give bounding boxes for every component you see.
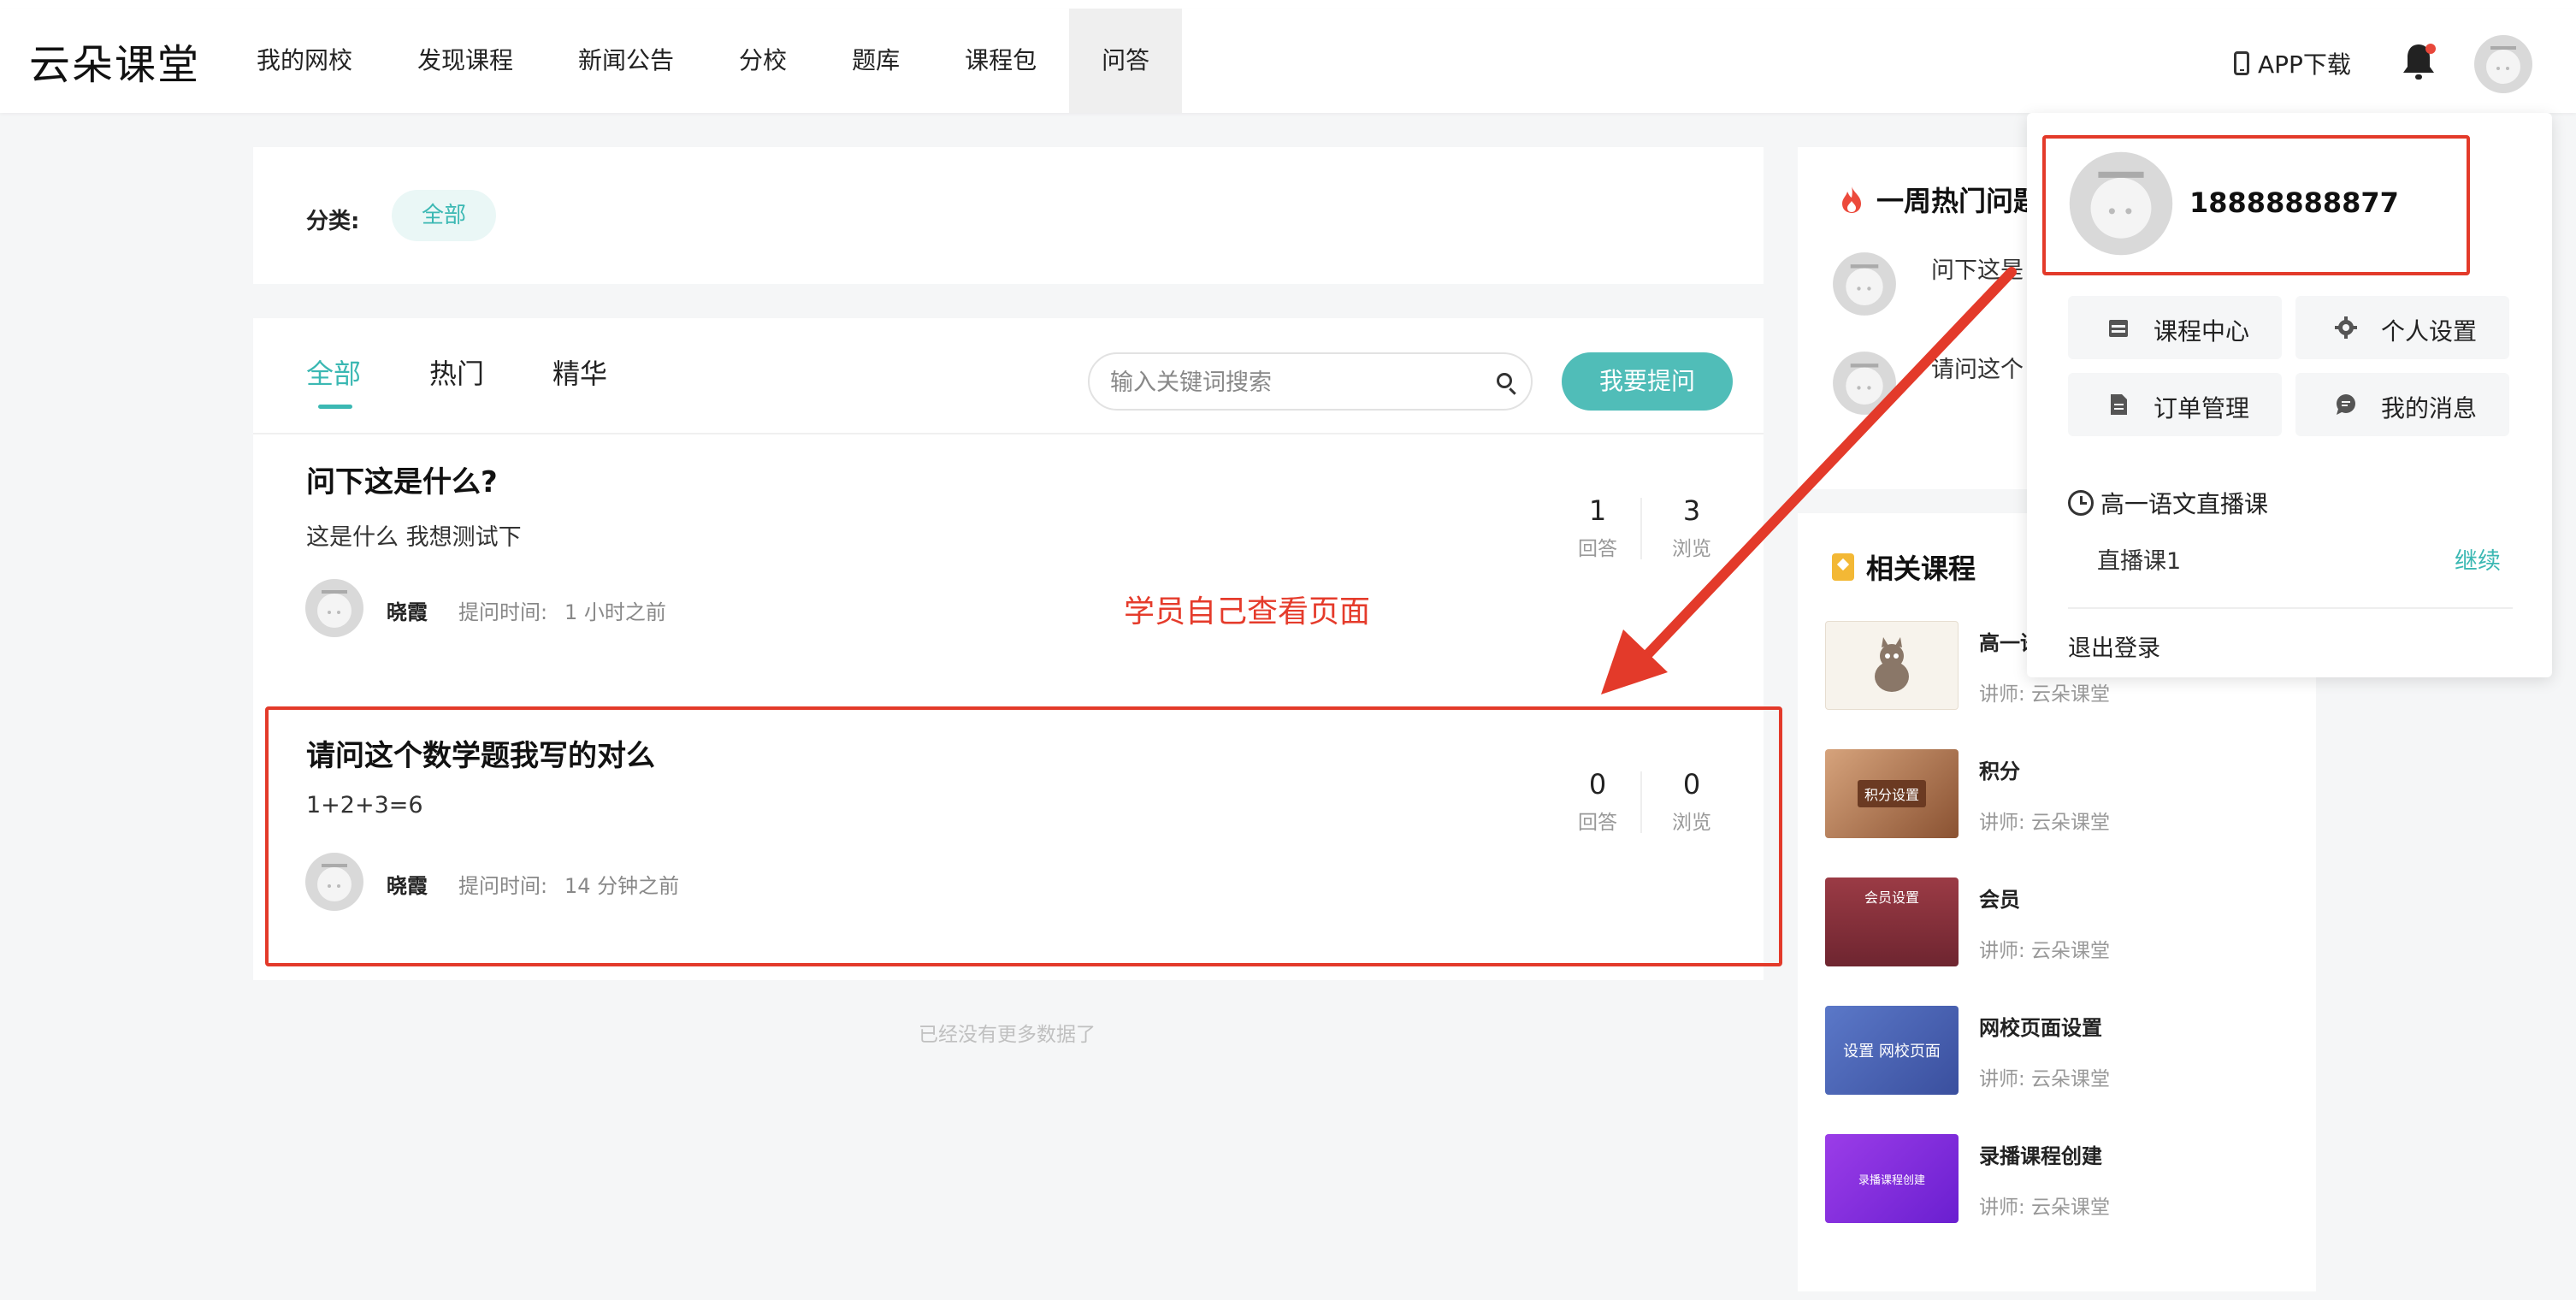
- nav-discover-courses[interactable]: 发现课程: [385, 9, 546, 113]
- view-count: 3 浏览: [1657, 494, 1726, 561]
- question-title[interactable]: 问下这是什么?: [306, 458, 498, 500]
- hot-questions-title: 一周热门问题: [1876, 185, 2041, 217]
- nav-branch[interactable]: 分校: [706, 9, 819, 113]
- question-tabs: 全部 热门 精华: [306, 352, 607, 409]
- bookmark-icon: [1832, 553, 1854, 581]
- ask-time: 1 小时之前: [564, 600, 666, 624]
- tabs-divider: [253, 433, 1764, 434]
- author-avatar: [1833, 352, 1896, 415]
- question-item[interactable]: 问下这是什么? 这是什么 我想测试下 晓霞 提问时间: 1 小时之前 1 回答 …: [253, 458, 1764, 715]
- author-name: 晓霞: [387, 600, 428, 624]
- thumbnail-caption: 设置 网校页面: [1843, 1043, 1941, 1061]
- answer-count: 1 回答: [1563, 494, 1632, 561]
- course-thumbnail[interactable]: 设置 网校页面: [1825, 1006, 1959, 1095]
- tab-all[interactable]: 全部: [306, 352, 361, 409]
- nav-course-package[interactable]: 课程包: [932, 9, 1069, 113]
- user-avatar[interactable]: [2473, 34, 2533, 94]
- tab-featured[interactable]: 精华: [552, 352, 607, 409]
- search-input[interactable]: [1108, 354, 1488, 411]
- app-download-link[interactable]: APP下载: [2234, 46, 2351, 80]
- phone-icon: [2234, 51, 2249, 75]
- category-label: 分类:: [306, 209, 360, 234]
- view-count-value: 3: [1682, 494, 1701, 527]
- recent-course-title: 高一语文直播课: [2100, 490, 2269, 518]
- course-item[interactable]: 积分设置 积分 讲师: 云朵课堂: [1825, 749, 2304, 838]
- nav-question-bank[interactable]: 题库: [819, 9, 932, 113]
- recent-course-section: 高一语文直播课: [2068, 486, 2268, 520]
- hot-questions-header: 一周热门问题: [1839, 180, 2041, 219]
- course-thumbnail[interactable]: 录播课程创建: [1825, 1134, 1959, 1223]
- course-item[interactable]: 设置 网校页面 网校页面设置 讲师: 云朵课堂: [1825, 1006, 2304, 1095]
- course-center-label: 课程中心: [2154, 317, 2250, 346]
- course-teacher: 讲师: 云朵课堂: [1979, 940, 2111, 962]
- course-teacher: 讲师: 云朵课堂: [1979, 683, 2111, 706]
- category-filter-card: 分类: 全部: [253, 147, 1764, 284]
- site-logo[interactable]: 云朵课堂: [29, 31, 200, 91]
- ask-time-label: 提问时间:: [458, 600, 548, 624]
- thumbnail-caption: 录播课程创建: [1858, 1173, 1925, 1187]
- answer-count-label: 回答: [1578, 538, 1617, 560]
- thumbnail-caption: 积分设置: [1857, 780, 1926, 807]
- course-item[interactable]: 录播课程创建 录播课程创建 讲师: 云朵课堂: [1825, 1134, 2304, 1223]
- author-avatar: [305, 579, 363, 637]
- question-body: 这是什么 我想测试下: [306, 524, 522, 551]
- related-courses-header: 相关课程: [1832, 547, 1976, 587]
- flame-icon: [1842, 186, 1861, 213]
- course-item[interactable]: 会员设置 会员 讲师: 云朵课堂: [1825, 878, 2304, 966]
- course-teacher: 讲师: 云朵课堂: [1979, 1068, 2111, 1090]
- ask-question-button[interactable]: 我要提问: [1562, 352, 1733, 411]
- answer-count-value: 1: [1588, 494, 1607, 527]
- hot-question-text[interactable]: 请问这个: [1931, 351, 2024, 384]
- view-count-label: 浏览: [1672, 538, 1711, 560]
- nav-news[interactable]: 新闻公告: [546, 9, 706, 113]
- annotation-highlight-box: [265, 706, 1782, 966]
- order-management-button[interactable]: 订单管理: [2068, 373, 2282, 436]
- cat-illustration-icon: [1875, 637, 1909, 692]
- hot-question-text[interactable]: 问下这是: [1931, 251, 2024, 285]
- no-more-data: 已经没有更多数据了: [919, 1024, 1096, 1046]
- calendar-icon: [2109, 320, 2128, 337]
- logout-link[interactable]: 退出登录: [2068, 629, 2160, 663]
- course-title[interactable]: 会员: [1979, 883, 2020, 913]
- my-messages-label: 我的消息: [2381, 394, 2478, 422]
- document-icon: [2111, 394, 2127, 415]
- category-chip-all[interactable]: 全部: [392, 190, 496, 241]
- top-header: 云朵课堂 我的网校 发现课程 新闻公告 分校 题库 课程包 问答 APP下载: [0, 9, 2576, 113]
- course-title[interactable]: 网校页面设置: [1979, 1011, 2102, 1041]
- author-avatar: [1833, 252, 1896, 316]
- tab-hot[interactable]: 热门: [429, 352, 484, 409]
- order-management-label: 订单管理: [2154, 394, 2250, 422]
- continue-link[interactable]: 继续: [2455, 542, 2501, 576]
- course-teacher: 讲师: 云朵课堂: [1979, 1197, 2111, 1219]
- gear-icon: [2335, 316, 2357, 339]
- main-nav: 我的网校 发现课程 新闻公告 分校 题库 课程包 问答: [224, 9, 1183, 113]
- search-icon[interactable]: [1497, 373, 1512, 388]
- course-thumbnail[interactable]: 会员设置: [1825, 878, 1959, 966]
- course-thumbnail[interactable]: [1825, 621, 1959, 710]
- nav-qa[interactable]: 问答: [1069, 9, 1183, 113]
- personal-settings-button[interactable]: 个人设置: [2295, 296, 2509, 359]
- stat-separator: [1640, 498, 1642, 559]
- annotation-highlight-box: [2042, 135, 2470, 275]
- course-teacher: 讲师: 云朵课堂: [1979, 812, 2111, 834]
- course-title[interactable]: 录播课程创建: [1979, 1139, 2102, 1169]
- recent-lesson[interactable]: 直播课1: [2097, 542, 2181, 576]
- notification-bell-icon[interactable]: [2400, 41, 2437, 84]
- personal-settings-label: 个人设置: [2381, 317, 2478, 346]
- user-dropdown-menu: 18888888877 课程中心 个人设置 订单管理 我的消息 高一语文直播课 …: [2027, 113, 2552, 677]
- nav-my-school[interactable]: 我的网校: [224, 9, 385, 113]
- annotation-text: 学员自己查看页面: [1124, 594, 1371, 629]
- course-thumbnail[interactable]: 积分设置: [1825, 749, 1959, 838]
- my-messages-button[interactable]: 我的消息: [2295, 373, 2509, 436]
- dropdown-divider: [2068, 607, 2513, 609]
- clock-icon: [2068, 490, 2094, 516]
- course-title[interactable]: 积分: [1979, 754, 2020, 784]
- related-courses-title: 相关课程: [1866, 552, 1976, 585]
- search-box: [1088, 352, 1533, 411]
- message-icon: [2337, 394, 2355, 415]
- course-center-button[interactable]: 课程中心: [2068, 296, 2282, 359]
- thumbnail-caption: 会员设置: [1864, 889, 1919, 906]
- app-download-label: APP下载: [2258, 50, 2351, 79]
